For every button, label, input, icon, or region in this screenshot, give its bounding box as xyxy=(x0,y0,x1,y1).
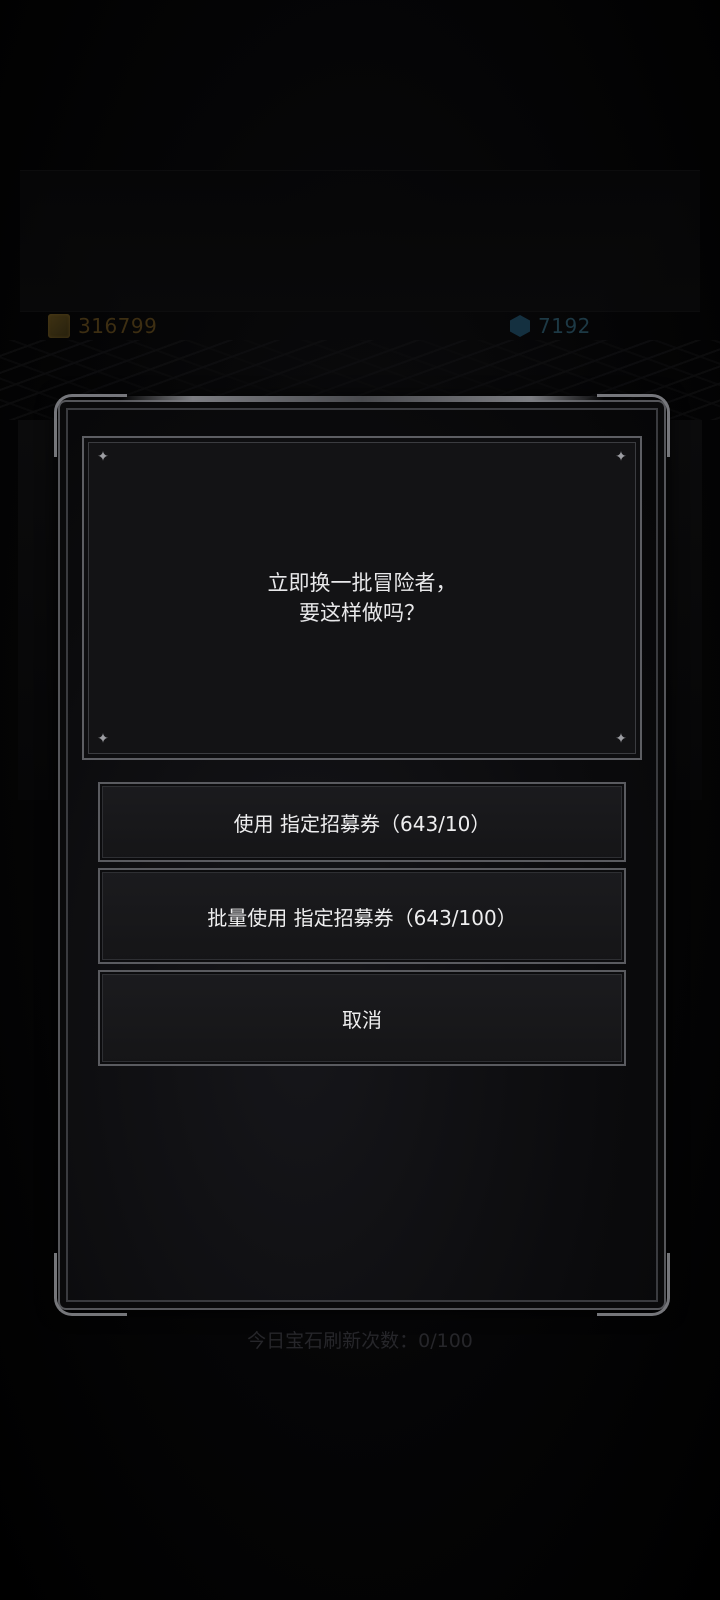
background-side-right xyxy=(662,420,702,800)
message-panel: ✦ ✦ ✦ ✦ 立即换一批冒险者， 要这样做吗？ xyxy=(82,436,642,760)
dialog-top-trim xyxy=(120,396,604,402)
message-line-1: 立即换一批冒险者， xyxy=(267,571,457,595)
sparkle-icon: ✦ xyxy=(97,449,109,465)
game-screen: 316799 7192 ✦ ✦ ✦ ✦ 立即换一批冒险者， 要这样做吗？ 使用 … xyxy=(0,0,720,1600)
gem-icon xyxy=(510,315,530,337)
gold-coin-icon xyxy=(48,314,70,338)
use-recruit-ticket-label: 使用 指定招募券（643/10） xyxy=(233,811,491,836)
confirm-dialog: ✦ ✦ ✦ ✦ 立即换一批冒险者， 要这样做吗？ 使用 指定招募券（643/10… xyxy=(54,394,670,1316)
gem-resource: 7192 xyxy=(510,314,591,338)
use-recruit-ticket-button[interactable]: 使用 指定招募券（643/10） xyxy=(98,782,626,862)
gem-refresh-count: 今日宝石刷新次数：0/100 xyxy=(247,1330,473,1352)
frame-corner-ornament xyxy=(597,1253,670,1316)
gem-amount: 7192 xyxy=(538,314,591,338)
sparkle-icon: ✦ xyxy=(97,731,109,747)
batch-use-recruit-ticket-button[interactable]: 批量使用 指定招募券（643/100） xyxy=(98,868,626,964)
cancel-button[interactable]: 取消 xyxy=(98,970,626,1066)
sparkle-icon: ✦ xyxy=(615,449,627,465)
background-side-left xyxy=(18,420,58,800)
gold-resource: 316799 xyxy=(48,314,157,338)
cancel-label: 取消 xyxy=(342,1007,382,1032)
gold-amount: 316799 xyxy=(78,314,158,338)
dialog-message: 立即换一批冒险者， 要这样做吗？ xyxy=(84,568,640,628)
batch-use-recruit-ticket-label: 批量使用 指定招募券（643/100） xyxy=(207,905,517,930)
background-banner xyxy=(20,170,700,312)
sparkle-icon: ✦ xyxy=(615,731,627,747)
frame-corner-ornament xyxy=(54,1253,127,1316)
message-line-2: 要这样做吗？ xyxy=(299,601,425,625)
